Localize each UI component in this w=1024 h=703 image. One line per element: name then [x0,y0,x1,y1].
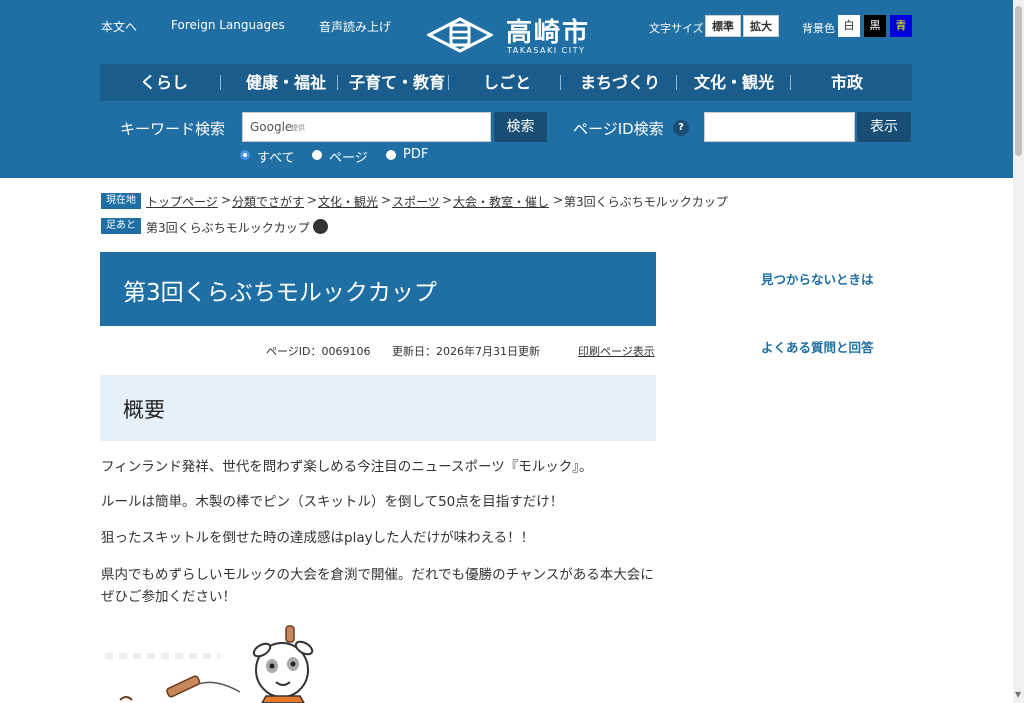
font-size-label: 文字サイズ [649,22,704,35]
nav-item-culture-tourism[interactable]: 文化・観光 [677,64,791,101]
breadcrumb-current: 第3回くらぶちモルックカップ [564,195,728,209]
radio-pdf-label: PDF [403,147,429,162]
updated-date: 更新日：2026年7月31日更新 [392,345,540,358]
nav-item-childcare-education[interactable]: 子育て・教育 [340,64,454,101]
background-color-label: 背景色 [802,22,835,35]
global-navigation: くらし 健康・福祉 子育て・教育 しごと まちづくり 文化・観光 市政 [100,64,912,101]
remove-footprint-icon[interactable] [313,219,328,234]
radio-page[interactable] [312,150,322,160]
body-paragraph: フィンランド発祥、世代を問わず楽しめる今注目のニュースポーツ『モルック』。 [101,459,593,475]
site-header: 本文へ Foreign Languages 音声読み上げ 高崎市 TAKASAK… [0,0,1013,178]
footprint-tag: 足あと [101,218,141,234]
nav-separator [337,75,338,90]
nav-item-city-government[interactable]: 市政 [791,64,903,101]
page-title: 第3回くらぶちモルックカップ [123,280,437,306]
keyword-search-label: キーワード検索 [120,120,226,138]
page-title-band: 第3回くらぶちモルックカップ [100,252,656,326]
background-blue-button[interactable]: 青 [890,15,912,37]
read-aloud-link[interactable]: 音声読み上げ [319,18,391,35]
radio-pdf[interactable] [386,150,396,160]
breadcrumb-link-culture[interactable]: 文化・観光 [318,193,378,210]
page-id-display-button[interactable]: 表示 [857,112,911,142]
site-logo[interactable]: 高崎市 TAKASAKI CITY [427,12,597,58]
nav-item-town-planning[interactable]: まちづくり [563,64,677,101]
foreign-languages-link[interactable]: Foreign Languages [171,18,285,32]
radio-all-label: すべて [257,151,295,166]
google-provided-label: 提供 [291,124,305,132]
breadcrumb-separator: > [442,193,453,207]
breadcrumb-separator: > [221,193,232,207]
font-size-large-button[interactable]: 拡大 [743,15,779,37]
body-paragraph: 狙ったスキットルを倒せた時の達成感はplayした人だけが味わえる！！ [101,530,535,546]
breadcrumb-link-category[interactable]: 分類でさがす [232,193,304,210]
print-page-link[interactable]: 印刷ページ表示 [578,343,655,359]
page-id-input[interactable] [704,112,855,142]
scroll-down-arrow-icon[interactable]: ▼ [1015,690,1021,699]
sidebar-link-faq[interactable]: よくある質問と回答 [761,337,874,356]
footprint-item[interactable]: 第3回くらぶちモルックカップ [146,219,310,236]
page-id-search-label: ページID検索 [573,120,664,138]
vertical-scrollbar[interactable]: ▼ [1013,0,1024,703]
section-heading: 概要 [123,398,165,422]
sidebar-link-not-found[interactable]: 見つからないときは [761,269,874,288]
nav-separator [560,75,561,90]
section-heading-box: 概要 [100,375,656,441]
nav-item-living[interactable]: くらし [100,64,228,101]
radio-page-label: ページ [329,151,368,166]
keyword-search-input[interactable]: Google 提供 [242,112,491,142]
page-id-text: ページID：0069106 [266,345,371,358]
breadcrumb-link-events[interactable]: 大会・教室・催し [453,193,549,210]
background-white-button[interactable]: 白 [838,15,860,37]
body-paragraph: 県内でもめずらしいモルックの大会を倉渕で開催。だれでも優勝のチャンスがある本大会… [101,567,654,605]
logo-city-sub: TAKASAKI CITY [507,46,586,55]
background-black-button[interactable]: 黒 [864,15,886,37]
breadcrumb-tag: 現在地 [101,193,141,209]
city-emblem-icon [427,17,493,53]
radio-all[interactable] [240,150,250,160]
breadcrumb-link-sports[interactable]: スポーツ [392,193,440,210]
body-paragraph: ルールは簡単。木製の棒でピン（スキットル）を倒して50点を目指すだけ！ [101,494,564,510]
nav-separator [448,75,449,90]
skip-to-content-link[interactable]: 本文へ [101,18,137,35]
mascot-illustration [105,625,314,703]
scrollbar-thumb[interactable] [1015,6,1022,156]
google-brand: Google [250,120,293,134]
nav-item-health-welfare[interactable]: 健康・福祉 [224,64,348,101]
logo-city-name: 高崎市 [506,18,591,48]
keyword-search-button[interactable]: 検索 [494,112,547,142]
nav-item-work[interactable]: しごと [452,64,562,101]
breadcrumb-separator: > [553,193,564,207]
nav-separator [220,75,221,90]
font-size-standard-button[interactable]: 標準 [705,15,741,37]
breadcrumb-separator: > [307,193,318,207]
breadcrumb-separator: > [381,193,392,207]
help-icon[interactable]: ? [673,120,689,136]
breadcrumb-link-top[interactable]: トップページ [146,193,218,210]
